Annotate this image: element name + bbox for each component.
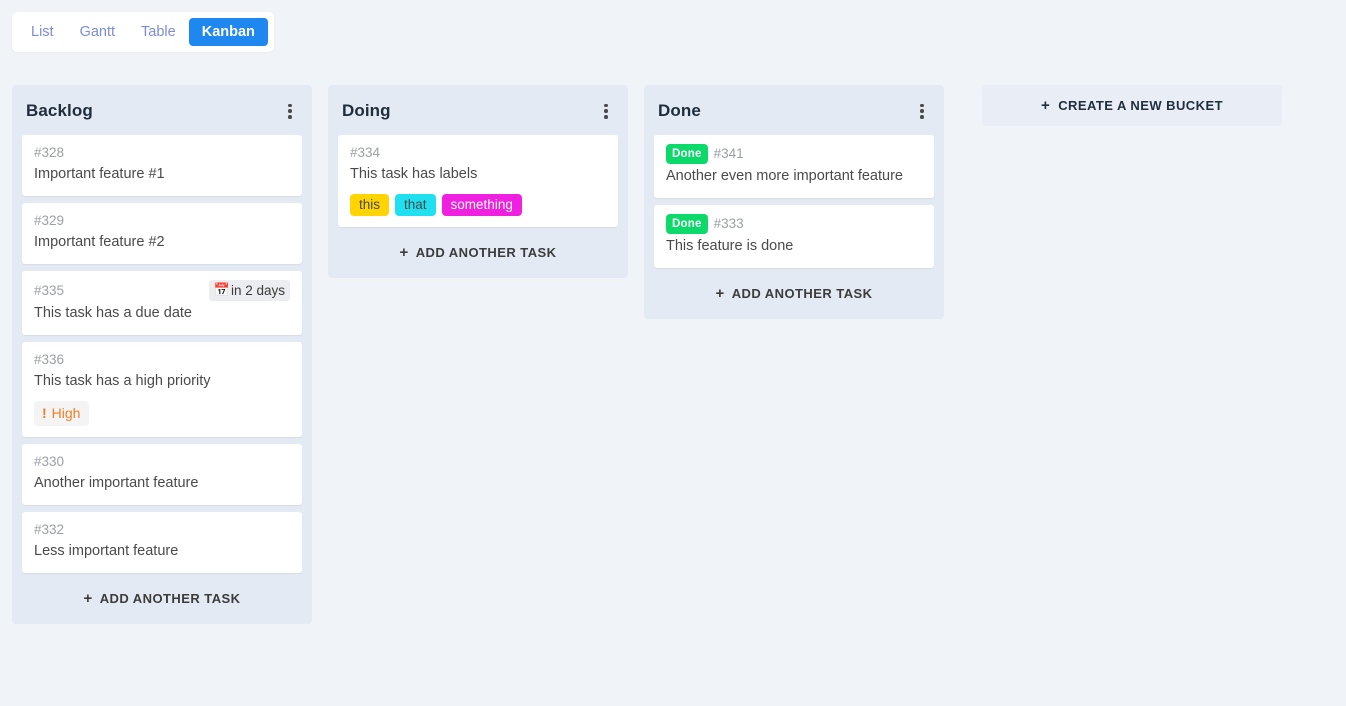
tab-list[interactable]: List bbox=[18, 18, 67, 46]
task-card-header: #334 bbox=[350, 144, 606, 162]
bucket-task-list: #334 This task has labels this that somethin… bbox=[328, 135, 628, 227]
task-card-header: #329 bbox=[34, 212, 290, 230]
bucket-header: Done bbox=[644, 85, 944, 135]
plus-icon: + bbox=[399, 244, 409, 261]
task-id: #328 bbox=[34, 145, 65, 160]
label-chip: this bbox=[350, 194, 390, 216]
plus-icon: + bbox=[715, 285, 725, 302]
bucket-header: Backlog bbox=[12, 85, 312, 135]
dots-vertical-icon[interactable] bbox=[282, 103, 298, 120]
task-identifier-group: #329 bbox=[34, 212, 64, 230]
add-task-button[interactable]: + Add another task bbox=[338, 239, 618, 266]
bucket-title: Backlog bbox=[26, 101, 93, 120]
kanban-board: Backlog #328 Important feature #1 #329 Impor… bbox=[0, 52, 1346, 624]
task-title: Important feature #2 bbox=[34, 234, 165, 250]
task-id: #341 bbox=[713, 146, 744, 161]
tab-table[interactable]: Table bbox=[128, 18, 189, 46]
add-task-label: Add another task bbox=[99, 591, 241, 606]
add-task-button[interactable]: + Add another task bbox=[22, 585, 302, 612]
task-title: Another important feature bbox=[34, 475, 199, 491]
task-card-header: #332 bbox=[34, 521, 290, 539]
task-identifier-group: #336 bbox=[34, 351, 64, 369]
task-identifier-group: #328 bbox=[34, 144, 64, 162]
task-identifier-group: #332 bbox=[34, 521, 64, 539]
task-title: Important feature #1 bbox=[34, 166, 165, 182]
create-bucket-button[interactable]: + Create a new bucket bbox=[982, 85, 1282, 126]
task-id: #336 bbox=[34, 352, 65, 367]
task-card-header: #336 bbox=[34, 351, 290, 369]
task-id: #335 bbox=[34, 282, 65, 298]
task-card[interactable]: #334 This task has labels this that somethin… bbox=[338, 135, 618, 227]
task-card-header: Done #333 bbox=[666, 214, 922, 234]
task-identifier-group: Done #333 bbox=[666, 214, 744, 234]
task-card[interactable]: Done #333 This feature is done bbox=[654, 205, 934, 268]
due-date-text: in 2 days bbox=[230, 283, 285, 298]
exclamation-icon: ! bbox=[42, 405, 47, 421]
task-identifier-group: #334 bbox=[350, 144, 380, 162]
plus-icon: + bbox=[1040, 97, 1051, 114]
task-id: #329 bbox=[34, 213, 65, 228]
task-labels: this that something bbox=[350, 194, 606, 216]
bucket-task-list: Done #341 Another even more important feat… bbox=[644, 135, 944, 268]
task-card[interactable]: Done #341 Another even more important feat… bbox=[654, 135, 934, 198]
task-card[interactable]: #332 Less important feature bbox=[22, 512, 302, 573]
task-card[interactable]: #335 📅 in 2 days This task has a due date bbox=[22, 271, 302, 335]
task-identifier-group: #335 bbox=[34, 282, 64, 300]
due-date-badge: 📅 in 2 days bbox=[208, 280, 290, 301]
tab-gantt[interactable]: Gantt bbox=[67, 18, 128, 46]
bucket-title: Done bbox=[658, 101, 701, 120]
calendar-icon: 📅 bbox=[213, 283, 230, 298]
label-chip: something bbox=[441, 194, 522, 216]
task-card[interactable]: #328 Important feature #1 bbox=[22, 135, 302, 196]
task-priority-row: ! High bbox=[34, 401, 290, 426]
label-chip: that bbox=[395, 194, 436, 216]
task-id: #334 bbox=[350, 145, 381, 160]
create-bucket-label: Create a new bucket bbox=[1058, 98, 1223, 113]
task-title: Less important feature bbox=[34, 543, 179, 559]
task-card-header: Done #341 bbox=[666, 144, 922, 164]
bucket-backlog: Backlog #328 Important feature #1 #329 Impor… bbox=[12, 85, 312, 624]
dots-vertical-icon[interactable] bbox=[598, 103, 614, 120]
add-task-label: Add another task bbox=[731, 286, 873, 301]
task-title: This task has labels bbox=[350, 166, 478, 182]
task-title: This task has a high priority bbox=[34, 373, 211, 389]
priority-badge: ! High bbox=[34, 401, 90, 426]
task-id: #333 bbox=[713, 216, 744, 231]
bucket-done: Done Done #341 Another even more important … bbox=[644, 85, 944, 319]
dots-vertical-icon[interactable] bbox=[914, 103, 930, 120]
task-title: This task has a due date bbox=[34, 305, 192, 321]
bucket-header: Doing bbox=[328, 85, 628, 135]
task-card-header: #328 bbox=[34, 144, 290, 162]
add-task-label: Add another task bbox=[415, 245, 557, 260]
task-card-header: #330 bbox=[34, 453, 290, 471]
task-card-header: #335 📅 in 2 days bbox=[34, 280, 290, 301]
task-id: #330 bbox=[34, 454, 65, 469]
task-title: Another even more important feature bbox=[666, 168, 903, 184]
task-card[interactable]: #329 Important feature #2 bbox=[22, 203, 302, 264]
bucket-task-list: #328 Important feature #1 #329 Important fe… bbox=[12, 135, 312, 573]
task-title: This feature is done bbox=[666, 238, 794, 254]
task-id: #332 bbox=[34, 522, 65, 537]
task-card[interactable]: #330 Another important feature bbox=[22, 444, 302, 505]
task-card[interactable]: #336 This task has a high priority! High bbox=[22, 342, 302, 437]
status-badge: Done bbox=[666, 214, 708, 234]
tab-kanban[interactable]: Kanban bbox=[188, 18, 268, 46]
priority-label: High bbox=[51, 405, 81, 421]
add-task-button[interactable]: + Add another task bbox=[654, 280, 934, 307]
bucket-doing: Doing #334 This task has labels this that som… bbox=[328, 85, 628, 278]
task-identifier-group: Done #341 bbox=[666, 144, 744, 164]
view-switcher-container: List Gantt Table Kanban bbox=[0, 0, 1346, 52]
status-badge: Done bbox=[666, 144, 708, 164]
plus-icon: + bbox=[83, 590, 93, 607]
view-switcher: List Gantt Table Kanban bbox=[12, 12, 274, 52]
bucket-title: Doing bbox=[342, 101, 391, 120]
task-identifier-group: #330 bbox=[34, 453, 64, 471]
